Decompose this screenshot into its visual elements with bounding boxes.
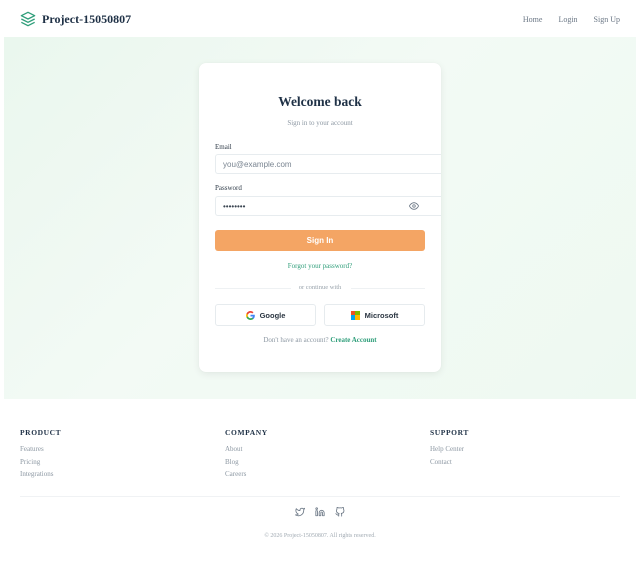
- footer-divider: [20, 496, 620, 497]
- card-subtitle: Sign in to your account: [287, 119, 353, 127]
- microsoft-icon: [350, 310, 360, 320]
- twitter-icon[interactable]: [295, 507, 305, 517]
- site-header: Project-15050807 Home Login Sign Up: [0, 0, 640, 38]
- linkedin-icon[interactable]: [315, 507, 325, 517]
- social-links: [0, 507, 640, 517]
- footer-link-integrations[interactable]: Integrations: [20, 470, 61, 478]
- forgot-password-link[interactable]: Forgot your password?: [199, 262, 441, 270]
- top-nav: Home Login Sign Up: [523, 15, 620, 24]
- google-signin-button[interactable]: Google: [215, 304, 316, 326]
- google-icon: [245, 310, 255, 320]
- footer-link-careers[interactable]: Careers: [225, 470, 268, 478]
- signup-row: Don't have an account? Create Account: [199, 336, 441, 344]
- layers-icon: [20, 11, 36, 27]
- footer-heading-support: SUPPORT: [430, 428, 469, 437]
- microsoft-label: Microsoft: [364, 310, 399, 320]
- copyright: © 2026 Project-15050807. All rights rese…: [264, 533, 376, 539]
- footer-heading-company: COMPANY: [225, 428, 268, 437]
- nav-login[interactable]: Login: [558, 15, 577, 24]
- card-title: Welcome back: [278, 94, 362, 109]
- footer-link-features[interactable]: Features: [20, 445, 61, 453]
- eye-icon[interactable]: [409, 201, 419, 211]
- footer-link-pricing[interactable]: Pricing: [20, 458, 61, 466]
- footer-product: PRODUCT Features Pricing Integrations: [20, 428, 61, 483]
- footer-heading-product: PRODUCT: [20, 428, 62, 437]
- footer-link-contact[interactable]: Contact: [430, 458, 469, 466]
- email-placeholder: you@example.com: [223, 159, 292, 169]
- footer-company: COMPANY About Blog Careers: [225, 428, 268, 483]
- login-card: Welcome back Sign in to your account Ema…: [199, 63, 441, 372]
- password-value: ••••••••: [223, 201, 246, 211]
- brand-name: Project-15050807: [42, 11, 132, 26]
- footer-link-help-center[interactable]: Help Center: [430, 445, 469, 453]
- google-label: Google: [259, 310, 286, 320]
- create-account-link[interactable]: Create Account: [330, 336, 376, 344]
- nav-home[interactable]: Home: [523, 15, 543, 24]
- microsoft-signin-button[interactable]: Microsoft: [324, 304, 425, 326]
- github-icon[interactable]: [335, 507, 345, 517]
- footer-link-blog[interactable]: Blog: [225, 458, 268, 466]
- divider-right: [351, 288, 425, 289]
- footer-link-about[interactable]: About: [225, 445, 268, 453]
- email-input[interactable]: you@example.com: [215, 154, 441, 174]
- footer-support: SUPPORT Help Center Contact: [430, 428, 469, 470]
- brand[interactable]: Project-15050807: [20, 11, 131, 27]
- email-label: Email: [215, 143, 232, 151]
- nav-signup[interactable]: Sign Up: [594, 15, 620, 24]
- password-input[interactable]: ••••••••: [215, 196, 441, 216]
- sign-in-button[interactable]: Sign In: [215, 230, 425, 251]
- password-label: Password: [215, 184, 242, 192]
- signup-prompt: Don't have an account?: [263, 336, 329, 344]
